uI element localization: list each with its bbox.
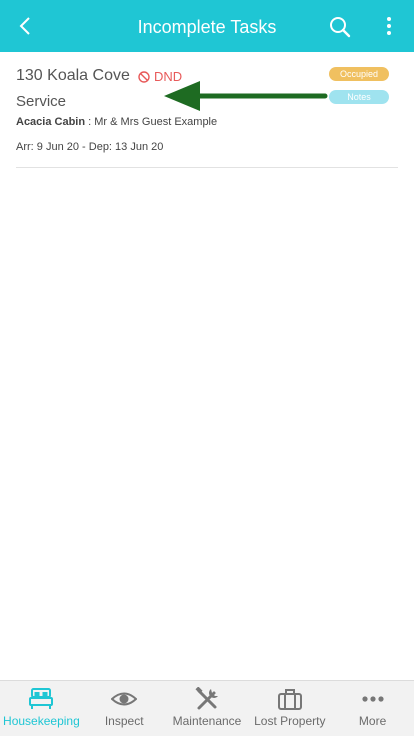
occupied-badge: Occupied bbox=[329, 67, 389, 81]
nav-more[interactable]: More bbox=[331, 681, 414, 736]
bottom-navigation: Housekeeping Inspect Maintenance Lost Pr… bbox=[0, 680, 414, 736]
nav-label: Inspect bbox=[104, 714, 144, 728]
app-header: Incomplete Tasks bbox=[0, 0, 414, 52]
notes-badge[interactable]: Notes bbox=[329, 90, 389, 104]
nav-label: Housekeeping bbox=[3, 714, 80, 728]
annotation-arrow bbox=[164, 81, 328, 111]
room-type: Acacia Cabin bbox=[16, 116, 86, 128]
nav-label: Lost Property bbox=[254, 714, 326, 728]
nav-label: More bbox=[358, 714, 387, 728]
nav-label: Maintenance bbox=[172, 714, 242, 728]
briefcase-icon bbox=[277, 689, 302, 710]
eye-icon bbox=[111, 692, 138, 706]
bed-icon bbox=[29, 688, 54, 709]
tools-icon bbox=[195, 687, 218, 710]
kebab-menu-icon[interactable] bbox=[378, 13, 400, 41]
no-entry-icon bbox=[138, 70, 150, 83]
room-name: 130 Koala Cove bbox=[16, 67, 130, 84]
nav-maintenance[interactable]: Maintenance bbox=[166, 681, 249, 736]
task-status: Service bbox=[16, 93, 67, 110]
nav-housekeeping[interactable]: Housekeeping bbox=[0, 681, 83, 736]
stay-dates: Arr: 9 Jun 20 - Dep: 13 Jun 20 bbox=[16, 141, 164, 153]
more-dots-icon bbox=[361, 696, 384, 702]
nav-lost-property[interactable]: Lost Property bbox=[248, 681, 331, 736]
search-icon[interactable] bbox=[326, 13, 354, 41]
nav-inspect[interactable]: Inspect bbox=[83, 681, 166, 736]
